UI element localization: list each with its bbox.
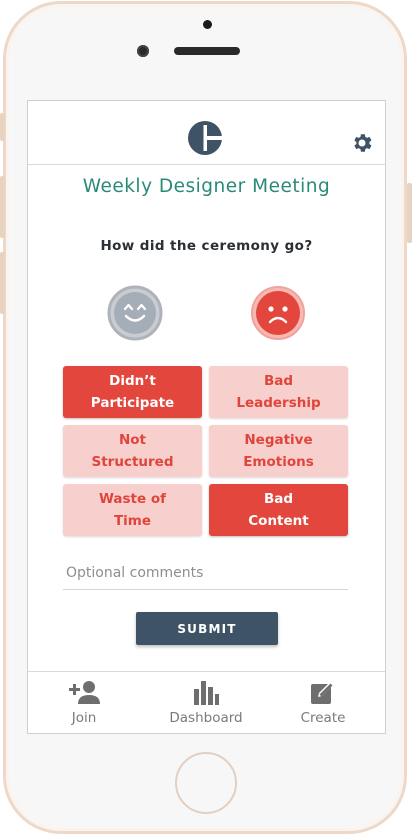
feedback-question: How did the ceremony go?: [100, 238, 313, 254]
earpiece-speaker: [174, 47, 240, 55]
sad-face-icon[interactable]: [250, 285, 306, 341]
logo-icon: [188, 121, 222, 155]
add-user-icon: [69, 681, 100, 704]
option-bad-content[interactable]: Bad Content: [209, 484, 348, 536]
happy-face-icon[interactable]: [107, 285, 163, 341]
bar-chart-icon: [194, 681, 219, 705]
mute-switch: [0, 113, 5, 141]
tab-dashboard[interactable]: Dashboard: [156, 672, 256, 733]
tab-join[interactable]: Join: [34, 672, 134, 733]
meeting-title: Weekly Designer Meeting: [82, 176, 331, 197]
volume-down-button: [0, 252, 5, 314]
tab-create[interactable]: Create: [273, 672, 373, 733]
power-button: [407, 183, 412, 243]
option-bad-leadership[interactable]: Bad Leadership: [209, 366, 348, 418]
volume-up-button: [0, 176, 5, 238]
option-negative-emotions[interactable]: Negative Emotions: [209, 425, 348, 477]
comments-input[interactable]: [63, 556, 348, 590]
proximity-sensor: [203, 20, 212, 29]
tab-join-label: Join: [71, 710, 97, 726]
option-didnt-participate[interactable]: Didn’t Participate: [63, 366, 202, 418]
option-not-structured[interactable]: Not Structured: [63, 425, 202, 477]
option-waste-of-time[interactable]: Waste of Time: [63, 484, 202, 536]
app-header: [28, 101, 385, 165]
gear-icon[interactable]: [350, 131, 374, 155]
home-button[interactable]: [175, 752, 237, 814]
submit-button[interactable]: SUBMIT: [136, 612, 278, 645]
bottom-tab-bar: Join Dashboard Create: [28, 671, 385, 733]
tab-create-label: Create: [300, 710, 346, 726]
edit-icon: [311, 681, 334, 704]
app-screen: Weekly Designer Meeting How did the cere…: [27, 100, 386, 734]
tab-dashboard-label: Dashboard: [169, 710, 243, 726]
front-camera: [137, 45, 149, 57]
